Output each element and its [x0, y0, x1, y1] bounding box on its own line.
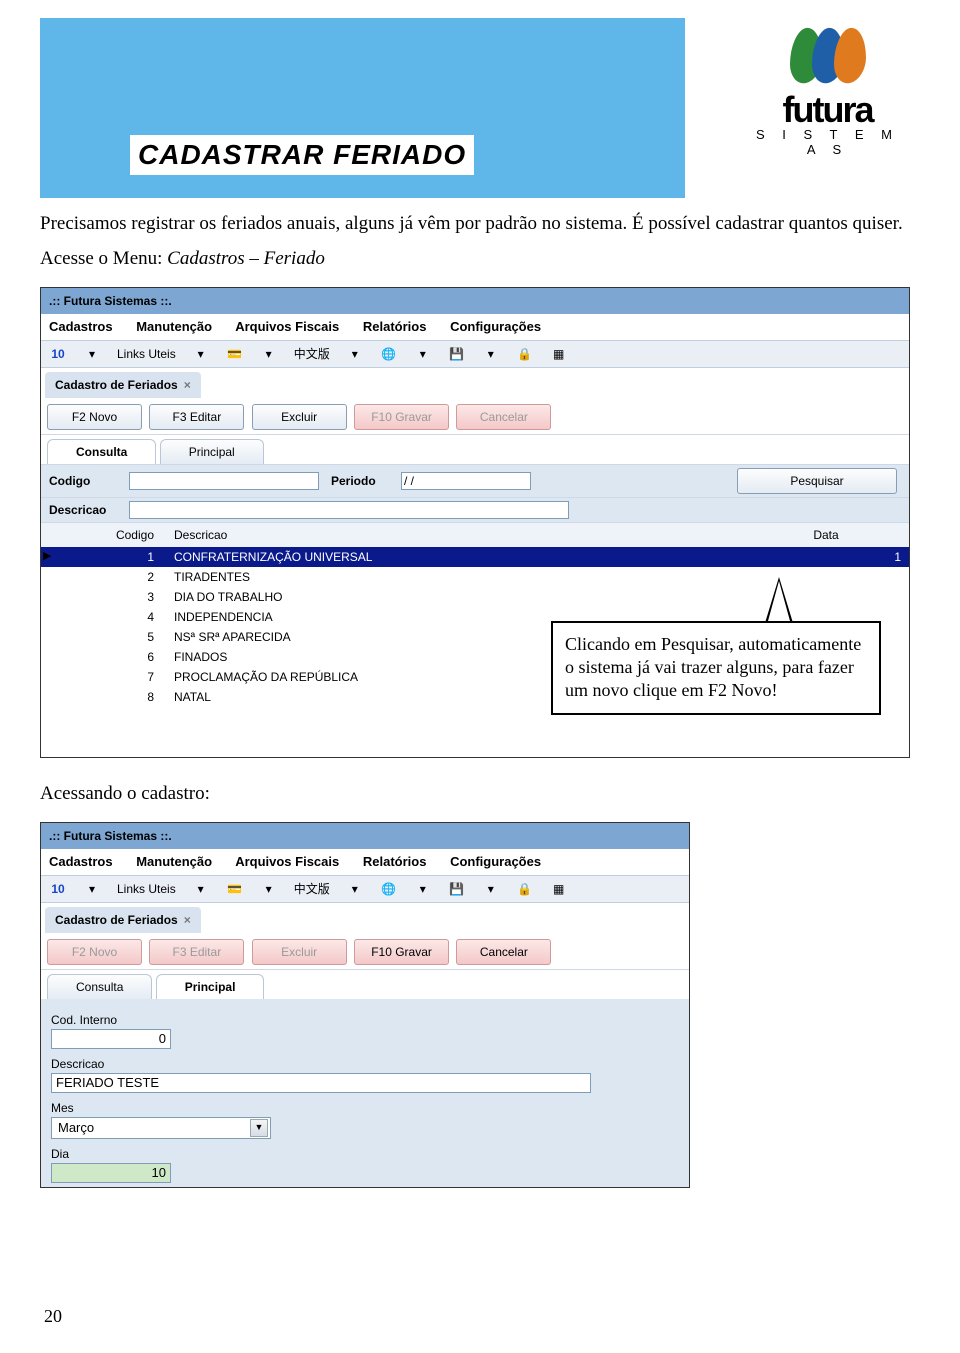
grid-icon[interactable]: ▦ — [550, 346, 568, 362]
dropdown-icon[interactable]: ▾ — [83, 346, 101, 362]
menu-arquivos-fiscais[interactable]: Arquivos Fiscais — [235, 854, 339, 869]
window-title: .:: Futura Sistemas ::. — [41, 823, 689, 849]
ten-icon[interactable]: 10 — [49, 346, 67, 362]
grid-header-data: Data — [751, 526, 901, 544]
excluir-button[interactable]: Excluir — [252, 939, 347, 965]
grid-icon[interactable]: ▦ — [550, 881, 568, 897]
mes-select[interactable]: Março ▼ — [51, 1117, 271, 1139]
descricao-label: Descricao — [49, 501, 129, 519]
menu-manutencao[interactable]: Manutenção — [136, 319, 212, 334]
dropdown-icon[interactable]: ▾ — [260, 881, 278, 897]
mes-value: Março — [58, 1118, 94, 1138]
gravar-button[interactable]: F10 Gravar — [354, 404, 449, 430]
page-number: 20 — [44, 1306, 62, 1327]
dropdown-icon[interactable]: ▾ — [260, 346, 278, 362]
dropdown-icon[interactable]: ▾ — [482, 881, 500, 897]
pesquisar-button[interactable]: Pesquisar — [737, 468, 897, 494]
ten-icon[interactable]: 10 — [49, 881, 67, 897]
toolbar: 10 ▾ Links Uteis ▾ 💳 ▾ 中文版 ▾ 🌐 ▾ 💾 ▾ 🔒 ▦ — [41, 341, 909, 368]
periodo-input[interactable] — [401, 472, 531, 490]
links-uteis[interactable]: Links Uteis — [117, 880, 176, 898]
editar-button[interactable]: F3 Editar — [149, 404, 244, 430]
dropdown-icon[interactable]: ▾ — [346, 346, 364, 362]
cjk-label[interactable]: 中文版 — [294, 345, 330, 363]
tab-cadastro-feriados[interactable]: Cadastro de Feriados× — [45, 372, 201, 398]
menu-bar: Cadastros Manutenção Arquivos Fiscais Re… — [41, 314, 909, 341]
table-row[interactable]: 1 CONFRATERNIZAÇÃO UNIVERSAL 1 — [41, 547, 909, 567]
menu-relatorios[interactable]: Relatórios — [363, 319, 427, 334]
menu-path: Acesse o Menu: Cadastros – Feriado — [40, 245, 920, 274]
menu-relatorios[interactable]: Relatórios — [363, 854, 427, 869]
subtab-consulta[interactable]: Consulta — [47, 439, 156, 464]
novo-button[interactable]: F2 Novo — [47, 404, 142, 430]
grid-header-codigo: Codigo — [49, 526, 174, 544]
excluir-button[interactable]: Excluir — [252, 404, 347, 430]
card-icon[interactable]: 💳 — [226, 881, 244, 897]
globe-icon[interactable]: 🌐 — [380, 346, 398, 362]
novo-button[interactable]: F2 Novo — [47, 939, 142, 965]
subtabs: Consulta Principal — [41, 435, 909, 464]
codigo-label: Codigo — [49, 472, 129, 490]
cancelar-button[interactable]: Cancelar — [456, 404, 551, 430]
grid-header: Codigo Descricao Data — [41, 522, 909, 547]
action-buttons-row: F2 Novo F3 Editar Excluir F10 Gravar Can… — [41, 398, 909, 435]
menu-configuracoes[interactable]: Configurações — [450, 854, 541, 869]
mes-label: Mes — [51, 1099, 679, 1117]
save-icon[interactable]: 💾 — [448, 346, 466, 362]
lock-icon[interactable]: 🔒 — [516, 346, 534, 362]
card-icon[interactable]: 💳 — [226, 346, 244, 362]
cancelar-button[interactable]: Cancelar — [456, 939, 551, 965]
dropdown-icon[interactable]: ▾ — [414, 346, 432, 362]
grid-body: ▶ 1 CONFRATERNIZAÇÃO UNIVERSAL 1 2 TIRAD… — [41, 547, 909, 757]
cod-interno-input[interactable] — [51, 1029, 171, 1049]
grid-header-descricao: Descricao — [174, 526, 751, 544]
action-buttons-row: F2 Novo F3 Editar Excluir F10 Gravar Can… — [41, 933, 689, 970]
window-title: .:: Futura Sistemas ::. — [41, 288, 909, 314]
callout-box: Clicando em Pesquisar, automaticamente o… — [551, 621, 881, 715]
subtabs: Consulta Principal — [41, 970, 689, 999]
dropdown-icon[interactable]: ▾ — [482, 346, 500, 362]
tab-cadastro-feriados[interactable]: Cadastro de Feriados× — [45, 907, 201, 933]
menu-configuracoes[interactable]: Configurações — [450, 319, 541, 334]
subtab-principal[interactable]: Principal — [160, 439, 264, 464]
periodo-label: Periodo — [331, 472, 401, 490]
globe-icon[interactable]: 🌐 — [380, 881, 398, 897]
close-icon[interactable]: × — [184, 913, 191, 927]
section2-title: Acessando o cadastro: — [40, 780, 920, 809]
editar-button[interactable]: F3 Editar — [149, 939, 244, 965]
close-icon[interactable]: × — [184, 378, 191, 392]
subtab-principal[interactable]: Principal — [156, 974, 265, 999]
dropdown-icon[interactable]: ▾ — [192, 881, 210, 897]
menu-bar: Cadastros Manutenção Arquivos Fiscais Re… — [41, 849, 689, 876]
menu-manutencao[interactable]: Manutenção — [136, 854, 212, 869]
dia-label: Dia — [51, 1145, 679, 1163]
dropdown-icon[interactable]: ▾ — [346, 881, 364, 897]
links-uteis[interactable]: Links Uteis — [117, 345, 176, 363]
callout-tail-icon — [765, 577, 793, 623]
descricao-input[interactable] — [129, 501, 569, 519]
row-marker-icon: ▶ — [43, 548, 51, 565]
dropdown-icon[interactable]: ▾ — [83, 881, 101, 897]
toolbar: 10 ▾ Links Uteis ▾ 💳 ▾ 中文版 ▾ 🌐 ▾ 💾 ▾ 🔒 ▦ — [41, 876, 689, 903]
dropdown-icon[interactable]: ▾ — [414, 881, 432, 897]
intro-paragraph: Precisamos registrar os feriados anuais,… — [40, 210, 920, 239]
menu-arquivos-fiscais[interactable]: Arquivos Fiscais — [235, 319, 339, 334]
dia-input[interactable] — [51, 1163, 171, 1183]
menu-cadastros[interactable]: Cadastros — [49, 854, 113, 869]
lock-icon[interactable]: 🔒 — [516, 881, 534, 897]
menu-cadastros[interactable]: Cadastros — [49, 319, 113, 334]
cjk-label[interactable]: 中文版 — [294, 880, 330, 898]
descricao-input[interactable] — [51, 1073, 591, 1093]
subtab-consulta[interactable]: Consulta — [47, 974, 152, 999]
chevron-down-icon[interactable]: ▼ — [250, 1119, 268, 1137]
codigo-input[interactable] — [129, 472, 319, 490]
gravar-button[interactable]: F10 Gravar — [354, 939, 449, 965]
screenshot-form: .:: Futura Sistemas ::. Cadastros Manute… — [40, 822, 690, 1188]
cod-interno-label: Cod. Interno — [51, 1011, 679, 1029]
screenshot-consulta: .:: Futura Sistemas ::. Cadastros Manute… — [40, 287, 910, 758]
descricao-label: Descricao — [51, 1055, 679, 1073]
dropdown-icon[interactable]: ▾ — [192, 346, 210, 362]
save-icon[interactable]: 💾 — [448, 881, 466, 897]
